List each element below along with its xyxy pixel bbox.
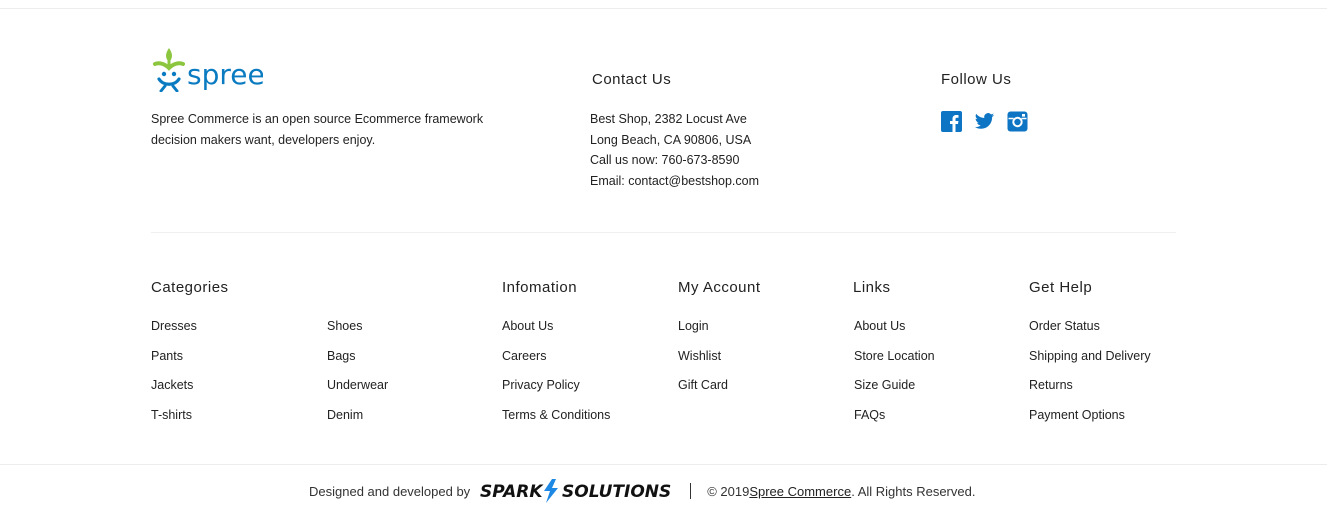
category-link[interactable]: Jackets <box>151 377 197 407</box>
footer-divider <box>0 464 1327 465</box>
section-divider <box>151 232 1176 233</box>
account-link[interactable]: Gift Card <box>678 377 728 407</box>
account-link[interactable]: Wishlist <box>678 348 728 378</box>
vertical-separator <box>690 483 692 499</box>
category-link[interactable]: Bags <box>327 348 388 378</box>
categories-list-1: Dresses Pants Jackets T-shirts <box>151 318 197 437</box>
category-link[interactable]: Denim <box>327 407 388 437</box>
contact-phone[interactable]: Call us now: 760-673-8590 <box>590 150 759 171</box>
categories-heading: Categories <box>151 279 229 296</box>
twitter-icon[interactable] <box>974 111 995 132</box>
information-link[interactable]: Terms & Conditions <box>502 407 610 437</box>
contact-details: Best Shop, 2382 Locust Ave Long Beach, C… <box>590 109 759 191</box>
spree-commerce-link[interactable]: Spree Commerce <box>749 484 851 499</box>
lightning-icon <box>544 479 559 503</box>
logo-wordmark: spree <box>187 58 263 91</box>
information-link[interactable]: Careers <box>502 348 610 378</box>
help-list: Order Status Shipping and Delivery Retur… <box>1029 318 1151 437</box>
top-divider <box>0 8 1327 9</box>
links-list: About Us Store Location Size Guide FAQs <box>854 318 935 437</box>
help-heading: Get Help <box>1029 279 1093 296</box>
contact-address-line1: Best Shop, 2382 Locust Ave <box>590 112 747 126</box>
information-heading: Infomation <box>502 279 578 296</box>
categories-list-2: Shoes Bags Underwear Denim <box>327 318 388 437</box>
account-heading: My Account <box>678 279 761 296</box>
spark-logo-text: SPARK SOLUTIONS <box>480 482 671 502</box>
category-link[interactable]: Pants <box>151 348 197 378</box>
category-link[interactable]: T-shirts <box>151 407 197 437</box>
designed-by-text: Designed and developed by <box>309 483 471 499</box>
links-link[interactable]: FAQs <box>854 407 935 437</box>
help-link[interactable]: Shipping and Delivery <box>1029 348 1151 378</box>
follow-heading: Follow Us <box>941 71 1012 88</box>
spark-solutions-logo[interactable]: SPARK SOLUTIONS <box>480 478 674 504</box>
category-link[interactable]: Shoes <box>327 318 388 348</box>
links-link[interactable]: Store Location <box>854 348 935 378</box>
account-link[interactable]: Login <box>678 318 728 348</box>
category-link[interactable]: Dresses <box>151 318 197 348</box>
account-list: Login Wishlist Gift Card <box>678 318 728 407</box>
copyright-prefix: © 2019 <box>707 483 750 499</box>
information-link[interactable]: Privacy Policy <box>502 377 610 407</box>
spree-logo-graphic: spree <box>153 48 265 93</box>
information-list: About Us Careers Privacy Policy Terms & … <box>502 318 610 437</box>
help-link[interactable]: Order Status <box>1029 318 1151 348</box>
information-link[interactable]: About Us <box>502 318 610 348</box>
help-link[interactable]: Returns <box>1029 377 1151 407</box>
instagram-icon[interactable] <box>1007 111 1028 132</box>
links-link[interactable]: Size Guide <box>854 377 935 407</box>
contact-heading: Contact Us <box>592 71 672 88</box>
copyright-suffix: . All Rights Reserved. <box>851 483 976 499</box>
brand-description: Spree Commerce is an open source Ecommer… <box>151 112 484 147</box>
facebook-icon[interactable] <box>941 111 962 132</box>
links-link[interactable]: About Us <box>854 318 935 348</box>
category-link[interactable]: Underwear <box>327 377 388 407</box>
social-links <box>941 111 1028 132</box>
help-link[interactable]: Payment Options <box>1029 407 1151 437</box>
spree-logo[interactable]: spree <box>151 46 265 93</box>
footer-bottom-bar: Designed and developed by SPARK SOLUTIONS… <box>309 479 975 503</box>
contact-address-line2: Long Beach, CA 90806, USA <box>590 132 752 147</box>
links-heading: Links <box>853 279 891 296</box>
contact-email[interactable]: Email: contact@bestshop.com <box>590 171 759 192</box>
